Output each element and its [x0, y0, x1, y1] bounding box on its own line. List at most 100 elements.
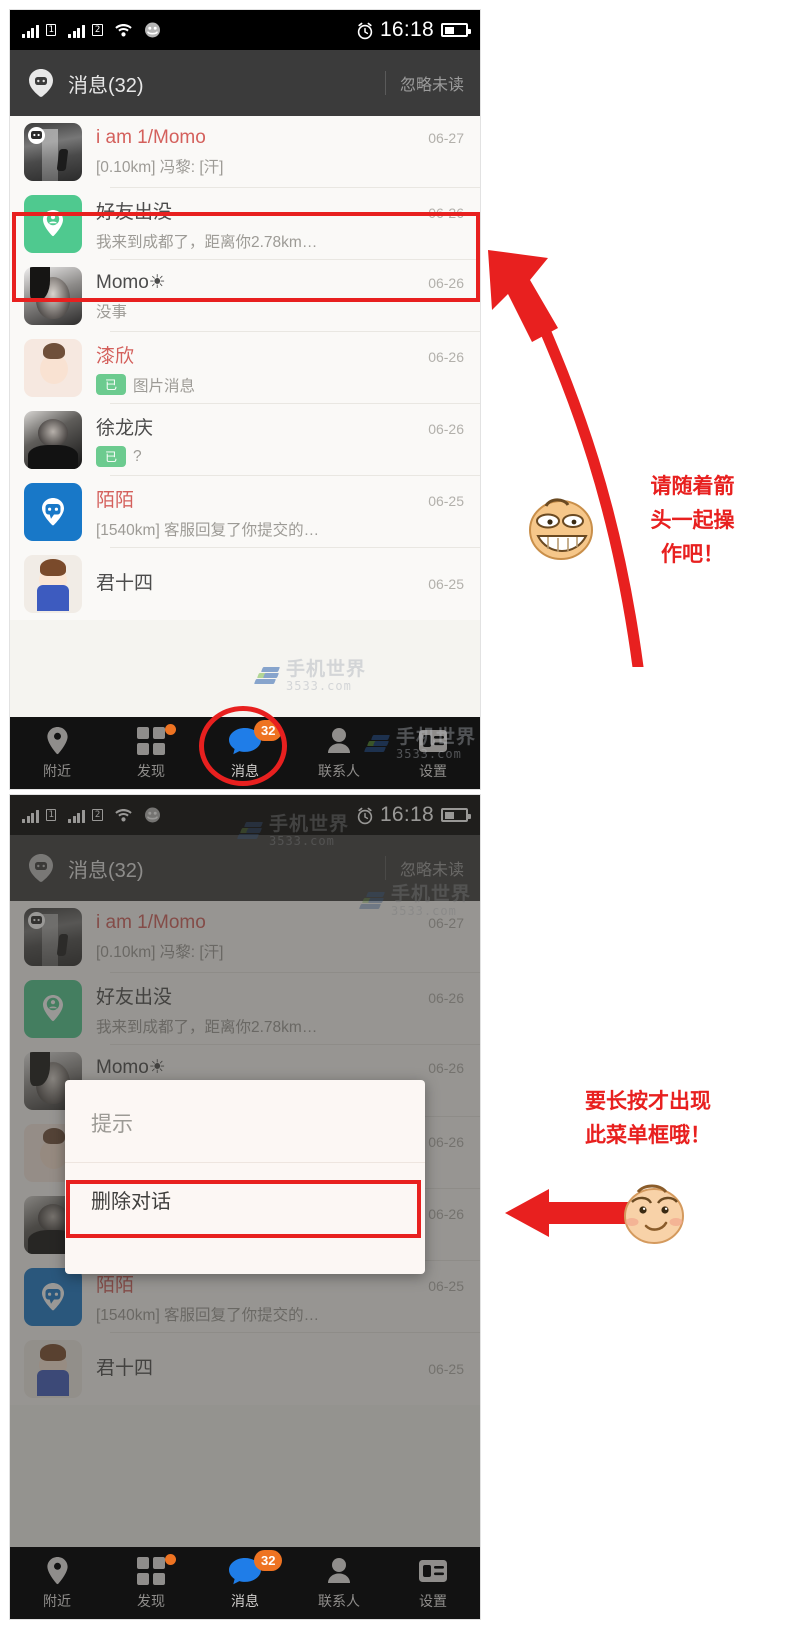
app-title-bar: 消息(32) 忽略未读 — [10, 835, 480, 901]
watermark-cn-text: 手机世界 — [286, 659, 367, 680]
chat-preview: 没事 — [96, 300, 464, 322]
chat-name: 徐龙庆 — [96, 418, 154, 439]
avatar[interactable] — [24, 555, 82, 613]
signal-2-icon — [68, 807, 85, 823]
dialog-title: 提示 — [65, 1080, 425, 1163]
watermark: 手机世界 3533.com — [253, 659, 367, 693]
nav-label: 设置 — [419, 1592, 447, 1609]
chat-row-top: 徐龙庆 06-26 — [96, 413, 464, 440]
avatar[interactable] — [24, 411, 82, 469]
wifi-icon — [115, 23, 132, 37]
nav-item-settings[interactable]: 设置 — [386, 1547, 480, 1619]
chat-bubble-icon: 32 — [228, 719, 283, 756]
chat-preview: 我来到成都了，距离你2.78km… — [96, 230, 464, 252]
chat-row-2[interactable]: Momo☀ 06-26 没事 — [10, 260, 480, 332]
nav-item-nearby[interactable]: 附近 — [10, 717, 104, 789]
nav-item-discover[interactable]: 发现 — [104, 1547, 198, 1619]
chat-date: 06-26 — [428, 1206, 464, 1222]
annotation-text-1: 请随着箭 头一起操 作吧！ — [620, 470, 765, 572]
avatar[interactable] — [24, 1268, 82, 1326]
chat-row-0[interactable]: i am 1/Momo 06-27 [0.10km] 冯黎: [汗] — [10, 901, 480, 973]
clock-time: 16:18 — [379, 18, 434, 41]
chat-date: 06-26 — [428, 348, 464, 365]
nav-item-messages[interactable]: 32 消息 — [198, 1547, 292, 1619]
title-bar-left: 消息(32) — [26, 853, 144, 883]
chat-body: Momo☀ 06-26 没事 — [82, 271, 464, 322]
sim-1-label: 1 — [46, 809, 57, 821]
chat-preview: 已 ? — [96, 446, 464, 467]
avatar[interactable] — [24, 339, 82, 397]
annotation-line: 要长按才出现 — [585, 1090, 711, 1113]
grinning-face-icon — [529, 498, 593, 560]
chat-bubble-icon: 32 — [228, 1549, 283, 1586]
nav-item-contacts[interactable]: 联系人 — [292, 1547, 386, 1619]
person-icon — [326, 726, 352, 756]
ignore-unread-button[interactable]: 忽略未读 — [400, 71, 464, 95]
nav-item-contacts[interactable]: 联系人 — [292, 717, 386, 789]
nav-label: 附近 — [43, 1592, 71, 1609]
contacts-sync-icon — [144, 22, 160, 38]
read-status-badge: 已 — [96, 374, 127, 395]
chat-row-0[interactable]: i am 1/Momo 06-27 [0.10km] 冯黎: [汗] — [10, 116, 480, 188]
chat-row-top: Momo☀ 06-26 — [96, 1056, 464, 1079]
message-count-badge: 32 — [254, 719, 283, 741]
signal-2-icon — [68, 22, 85, 38]
chat-row-top: i am 1/Momo 06-27 — [96, 912, 464, 934]
chat-name: i am 1/Momo — [96, 912, 206, 933]
bottom-navigation[interactable]: 附近 发现 32 消息 联系人 设置 — [10, 1547, 480, 1619]
chat-row-1[interactable]: 好友出没 06-26 我来到成都了，距离你2.78km… — [10, 188, 480, 260]
chat-row-6[interactable]: 君十四 06-25 — [10, 1333, 480, 1405]
wifi-icon — [115, 808, 132, 822]
chat-name: 好友出没 — [96, 986, 173, 1008]
chat-row-6[interactable]: 君十四 06-25 — [10, 548, 480, 620]
nav-item-discover[interactable]: 发现 — [104, 717, 198, 789]
chat-date: 06-27 — [428, 130, 464, 146]
page-title: 消息(32) — [68, 859, 144, 882]
chat-row-1[interactable]: 好友出没 06-26 我来到成都了，距离你2.78km… — [10, 973, 480, 1045]
chat-body: 君十四 06-25 — [82, 1353, 464, 1386]
delete-conversation-menu-item[interactable]: 删除对话 — [65, 1163, 425, 1236]
chat-body: 徐龙庆 06-26 已 ? — [82, 413, 464, 467]
avatar[interactable] — [24, 908, 82, 966]
battery-icon — [441, 808, 471, 822]
chat-preview-text: [1540km] 客服回复了你提交的… — [96, 1306, 320, 1324]
chat-preview-text: 我来到成都了，距离你2.78km… — [96, 1018, 318, 1036]
bottom-navigation[interactable]: 附近 发现 32 消息 联系人 设置 — [10, 717, 480, 789]
chat-body: 好友出没 06-26 我来到成都了，距离你2.78km… — [82, 197, 464, 252]
annotation-text-2: 要长按才出现 此菜单框哦！ — [528, 1085, 768, 1153]
chat-row-top: 君十四 06-25 — [96, 568, 464, 595]
chat-body: 好友出没 06-26 我来到成都了，距离你2.78km… — [82, 982, 464, 1037]
chat-row-top: 君十四 06-25 — [96, 1353, 464, 1380]
chat-row-4[interactable]: 徐龙庆 06-26 已 ? — [10, 404, 480, 476]
avatar[interactable] — [24, 483, 82, 541]
status-bar-left: 1 2 — [22, 22, 160, 38]
avatar[interactable] — [24, 123, 82, 181]
chat-preview-text: [0.10km] 冯黎: [汗] — [96, 944, 224, 961]
chat-row-5[interactable]: 陌陌 06-25 [1540km] 客服回复了你提交的… — [10, 476, 480, 548]
avatar[interactable] — [24, 1340, 82, 1398]
long-press-menu-dialog[interactable]: 提示 删除对话 — [65, 1080, 425, 1274]
chat-list[interactable]: i am 1/Momo 06-27 [0.10km] 冯黎: [汗] 好友出没 — [10, 116, 480, 620]
unread-dot-badge — [165, 723, 176, 735]
status-bar-right: 16:18 — [356, 18, 471, 42]
chat-row-3[interactable]: 漆欣 06-26 已 图片消息 — [10, 332, 480, 404]
avatar[interactable] — [24, 267, 82, 325]
chat-preview: [0.10km] 冯黎: [汗] — [96, 940, 464, 962]
grid-apps-icon — [137, 723, 176, 756]
friend-nearby-icon — [43, 995, 63, 1022]
chat-body: 陌陌 06-25 [1540km] 客服回复了你提交的… — [82, 485, 464, 540]
nav-item-nearby[interactable]: 附近 — [10, 1547, 104, 1619]
chat-date: 06-26 — [428, 421, 464, 437]
nav-item-settings[interactable]: 设置 — [386, 717, 480, 789]
chat-row-top: 漆欣 06-26 — [96, 341, 464, 368]
nav-item-messages[interactable]: 32 消息 — [198, 717, 292, 789]
status-bar-left: 1 2 — [22, 807, 160, 823]
unread-dot-badge — [165, 1553, 176, 1565]
watermark-logo-icon — [253, 666, 281, 686]
chat-date: 06-26 — [428, 1133, 464, 1150]
title-divider — [384, 71, 386, 95]
ignore-unread-button[interactable]: 忽略未读 — [400, 856, 464, 880]
avatar[interactable] — [24, 980, 82, 1038]
avatar[interactable] — [24, 195, 82, 253]
nav-label: 发现 — [137, 1592, 165, 1609]
